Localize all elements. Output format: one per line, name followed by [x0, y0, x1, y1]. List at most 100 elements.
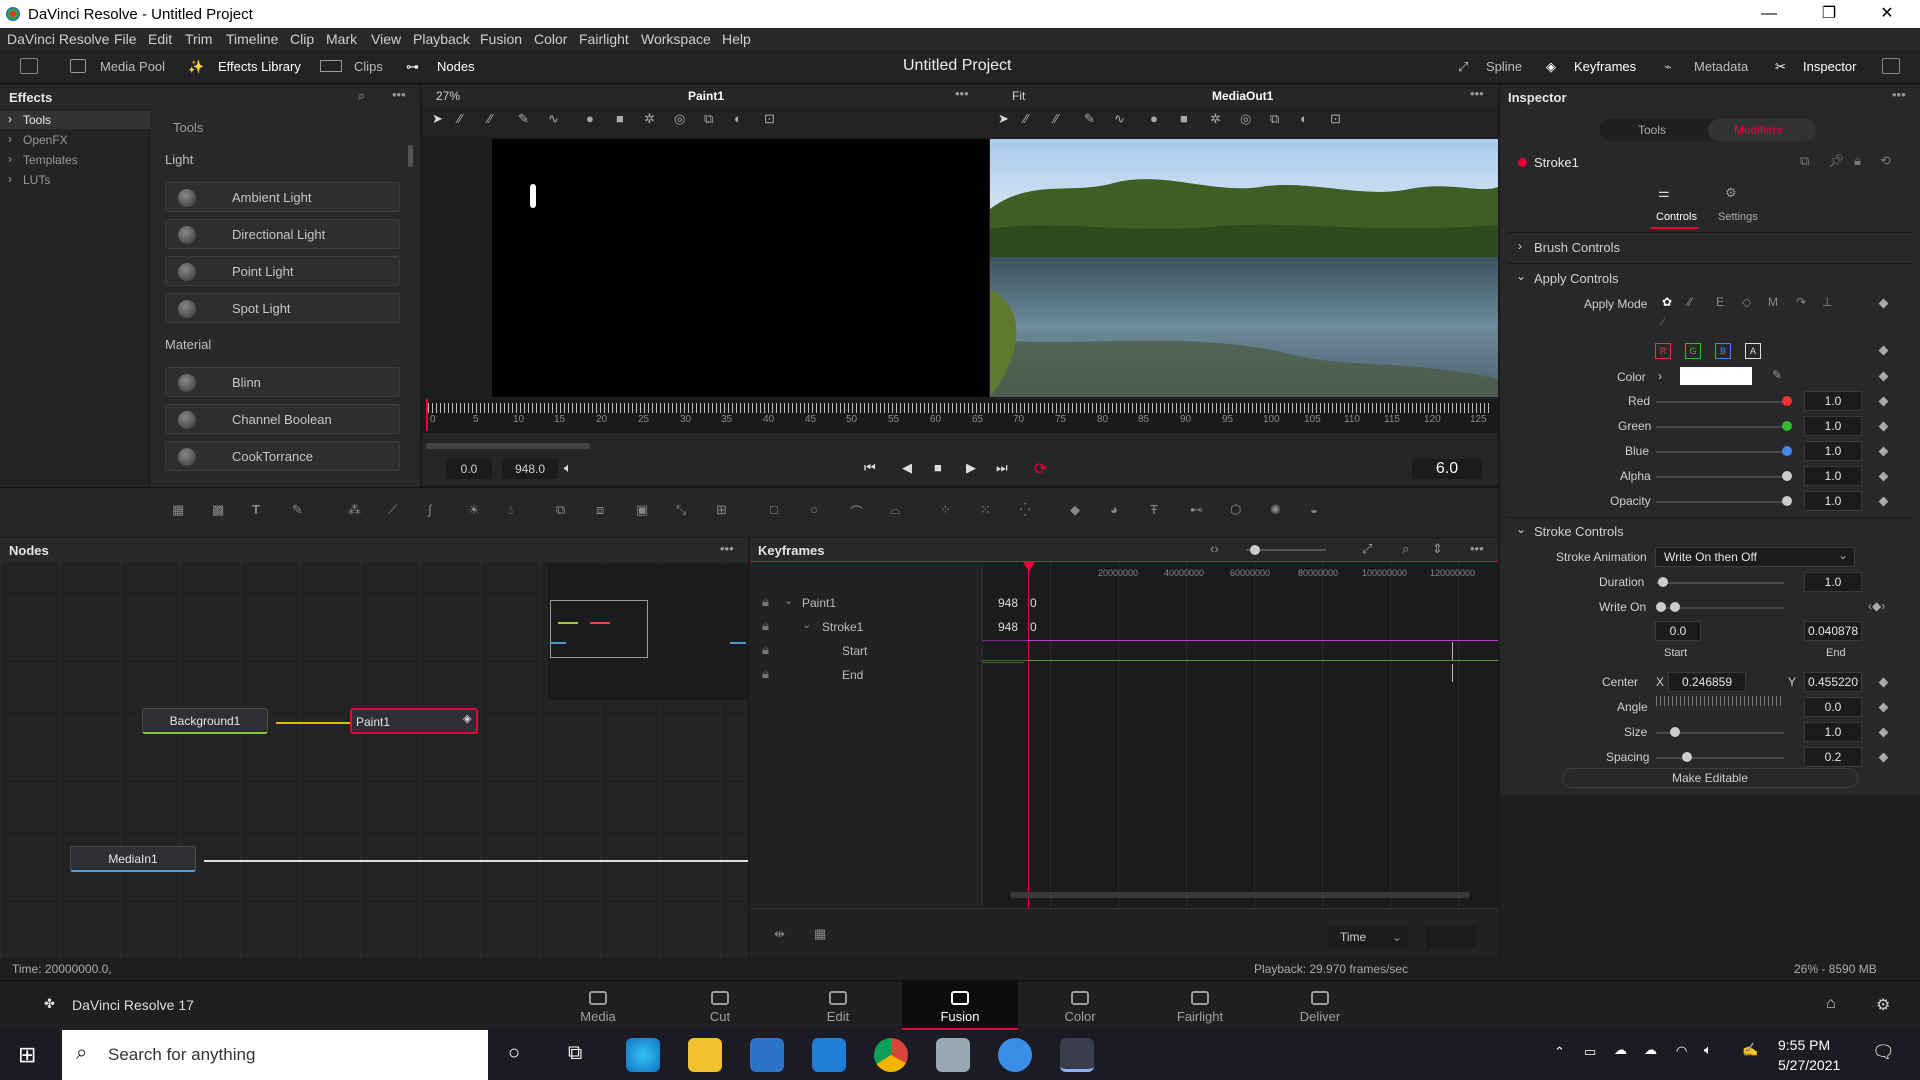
keyframe-diamond-icon[interactable] [1878, 752, 1889, 763]
write-start-value[interactable]: 0.0 [1655, 621, 1701, 641]
wifi-icon[interactable]: ◠ [1676, 1043, 1687, 1059]
keyframe-diamond-icon[interactable] [1878, 677, 1889, 688]
blue-slider[interactable] [1656, 451, 1784, 453]
zoom-fit-icon[interactable]: ‹› [1210, 541, 1219, 556]
taskbar-search[interactable]: ⌕ Search for anything [62, 1030, 488, 1080]
clone-tool-icon[interactable]: ✲ [1210, 111, 1221, 127]
mask-tool-icon[interactable]: ⟋ [388, 502, 397, 518]
loop-icon[interactable]: ⟳ [1034, 459, 1047, 479]
effects-scrollbar[interactable] [408, 145, 413, 167]
go-to-start-icon[interactable]: ⏮︎ [864, 460, 876, 476]
controls-tab-icon[interactable]: ⚌ [1658, 185, 1670, 201]
play-icon[interactable]: ▶ [966, 460, 976, 476]
chrome-icon[interactable] [874, 1038, 908, 1072]
node-navigator[interactable] [548, 564, 748, 700]
spacing-knob[interactable] [1682, 752, 1692, 762]
volume-icon[interactable]: 🔈︎ [564, 460, 572, 476]
apply-clone-icon[interactable]: ⁄⁄ [1688, 295, 1692, 309]
light3d-icon[interactable]: ✺ [1270, 502, 1281, 518]
panel-toggle-icon[interactable] [20, 58, 38, 74]
tool-ambient-light[interactable]: Ambient Light [165, 182, 400, 212]
chevron-right-icon[interactable]: › [1658, 369, 1662, 383]
spline-button[interactable]: Spline [1486, 59, 1522, 74]
ellipse-mask-icon[interactable]: ○ [810, 502, 818, 517]
keyframe-diamond-icon[interactable] [1878, 421, 1889, 432]
channel-g-toggle[interactable]: G [1685, 343, 1701, 359]
zoom-knob[interactable] [1250, 545, 1260, 555]
more-options-icon[interactable]: ••• [1470, 86, 1484, 101]
page-fusion[interactable]: Fusion [902, 981, 1018, 1031]
channel-b-toggle[interactable]: B [1715, 343, 1731, 359]
menu-playback[interactable]: Playback [413, 31, 470, 47]
volume-icon[interactable]: 🔈︎ [1704, 1042, 1712, 1058]
pen-tool-icon[interactable]: ✎ [518, 111, 529, 127]
time-mode-select[interactable]: Time ⌄ [1328, 926, 1408, 948]
expand-chevron-icon[interactable]: ⌄ [784, 594, 793, 607]
color-swatch[interactable] [1680, 367, 1752, 385]
subtab-settings[interactable]: Settings [1718, 211, 1758, 223]
shape3d-icon[interactable]: ◆ [1070, 502, 1080, 518]
minimize-button[interactable]: — [1746, 2, 1792, 26]
keyframe-diamond-icon[interactable] [1878, 396, 1889, 407]
mail-icon[interactable] [812, 1038, 846, 1072]
opacity-value[interactable]: 1.0 [1804, 491, 1862, 511]
apply-color-icon[interactable]: ✿ [1662, 295, 1672, 309]
opacity-knob[interactable] [1782, 496, 1792, 506]
stack-tool-icon[interactable]: ⧈ [596, 502, 604, 518]
node-mediain1[interactable]: MediaIn1 [70, 846, 196, 872]
rect-tool-icon[interactable]: ■ [1180, 111, 1188, 126]
clock-time[interactable]: 9:55 PM [1778, 1037, 1830, 1053]
write-end-value[interactable]: 0.040878 [1804, 621, 1862, 641]
menu-davinci[interactable]: DaVinci Resolve [7, 31, 109, 47]
tool-cooktorrance[interactable]: CookTorrance [165, 441, 400, 471]
go-to-end-icon[interactable]: ⏭︎ [996, 460, 1008, 476]
zoom-icon[interactable]: ⌕ [1402, 541, 1409, 557]
size-value[interactable]: 1.0 [1804, 722, 1862, 742]
particle-tool-icon[interactable]: ⁂ [348, 502, 361, 518]
time-ruler[interactable] [422, 399, 1498, 433]
angle-value[interactable]: 0.0 [1804, 697, 1862, 717]
effects-library-button[interactable]: Effects Library [218, 59, 301, 74]
keyframe-diamond-icon[interactable] [1878, 446, 1889, 457]
size-knob[interactable] [1670, 727, 1680, 737]
keyframe-diamond-icon[interactable] [1878, 496, 1889, 507]
opacity-slider[interactable] [1656, 501, 1784, 503]
clone-tool-icon[interactable]: ✲ [644, 111, 655, 127]
keyframe-marker[interactable] [1452, 642, 1453, 660]
gear-icon[interactable]: ⚙ [1876, 995, 1890, 1015]
green-slider[interactable] [1656, 426, 1784, 428]
menu-clip[interactable]: Clip [290, 31, 314, 47]
text-tool-icon[interactable]: T [252, 502, 260, 517]
menu-mark[interactable]: Mark [326, 31, 357, 47]
keyframe-row-start[interactable]: Start [842, 644, 867, 658]
alpha-slider[interactable] [1656, 476, 1784, 478]
keyframe-diamond-icon[interactable] [1878, 371, 1889, 382]
text3d-icon[interactable]: Ŧ [1150, 502, 1158, 517]
menu-trim[interactable]: Trim [185, 31, 212, 47]
search-icon[interactable]: ⌕ [358, 88, 365, 104]
qbittorrent-icon[interactable] [998, 1038, 1032, 1072]
more-options-icon[interactable]: ••• [955, 86, 969, 101]
settings-tab-icon[interactable]: ⚙ [1725, 185, 1737, 201]
background-tool-icon[interactable]: ▦ [172, 502, 184, 518]
tree-item-luts[interactable]: LUTs [23, 173, 50, 187]
keyframe-diamond-icon[interactable] [1878, 702, 1889, 713]
nodes-panel[interactable]: Nodes ••• Background1 Paint1 MediaIn1 ◈ [0, 538, 748, 958]
red-value[interactable]: 1.0 [1804, 391, 1862, 411]
right-viewer[interactable] [990, 137, 1498, 399]
circle-tool-icon[interactable]: ● [1150, 111, 1158, 126]
menu-view[interactable]: View [371, 31, 401, 47]
node-paint1[interactable]: Paint1 [350, 708, 478, 734]
apply-erase-icon[interactable]: ◇ [1742, 295, 1751, 309]
expand-chevron-icon[interactable]: ⌄ [802, 618, 811, 631]
page-color[interactable]: Color [1022, 981, 1138, 1031]
davinci-taskbar-icon[interactable] [1060, 1038, 1094, 1072]
menu-fusion[interactable]: Fusion [480, 31, 522, 47]
keyframes-panel[interactable]: Keyframes ‹› ⤢ ⌕ ⇕ ••• 20000000 40000000… [750, 538, 1498, 958]
wire-tool-icon[interactable]: ◎ [1240, 111, 1251, 127]
apply-emboss-icon[interactable]: E [1716, 295, 1724, 309]
store-icon[interactable] [750, 1038, 784, 1072]
eraser-tool-icon[interactable]: ◐ [734, 111, 742, 126]
spot3d-icon[interactable]: ◒ [1310, 502, 1318, 517]
stop-icon[interactable]: ■ [934, 460, 942, 475]
